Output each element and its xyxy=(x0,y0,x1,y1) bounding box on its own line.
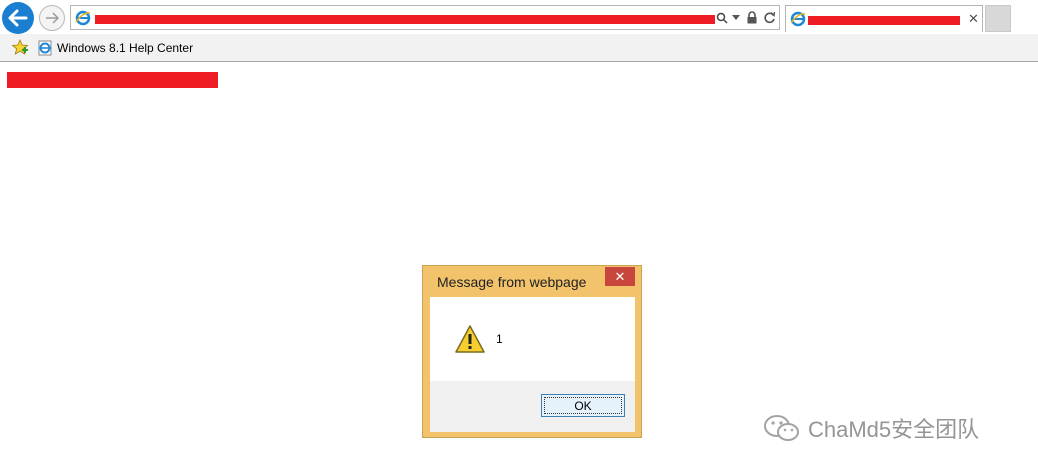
arrow-left-icon xyxy=(8,9,28,27)
warning-icon xyxy=(455,325,485,353)
ie-page-icon xyxy=(38,40,52,56)
back-button[interactable] xyxy=(2,2,34,34)
wechat-icon xyxy=(764,415,799,441)
lock-icon[interactable] xyxy=(746,11,758,24)
ie-page-icon xyxy=(75,10,91,26)
redacted-tab-title xyxy=(808,16,960,25)
dialog-footer: OK xyxy=(430,381,635,432)
watermark: ChaMd5安全团队 xyxy=(762,412,979,444)
arrow-right-icon xyxy=(46,12,59,24)
forward-button[interactable] xyxy=(39,5,65,31)
address-bar[interactable] xyxy=(70,5,780,30)
dialog-message: 1 xyxy=(496,332,503,346)
new-tab-button[interactable] xyxy=(985,5,1011,32)
navigation-bar: ✕ xyxy=(0,0,1038,34)
dialog-title: Message from webpage xyxy=(437,274,587,290)
ok-button[interactable]: OK xyxy=(541,394,625,417)
close-icon: ✕ xyxy=(614,268,626,284)
dialog-body: 1 OK xyxy=(430,297,635,432)
favorites-bar: Windows 8.1 Help Center xyxy=(0,34,1038,62)
favorites-star-icon[interactable] xyxy=(11,39,29,56)
search-icon[interactable] xyxy=(716,12,728,24)
dropdown-arrow-icon[interactable] xyxy=(732,15,740,21)
watermark-text: ChaMd5安全团队 xyxy=(808,417,980,442)
tab-close-icon[interactable]: ✕ xyxy=(968,11,979,27)
browser-tab[interactable]: ✕ xyxy=(785,5,983,32)
favorites-item-label: Windows 8.1 Help Center xyxy=(57,41,194,55)
redacted-url xyxy=(95,15,715,24)
dialog-close-button[interactable]: ✕ xyxy=(605,267,635,286)
refresh-icon[interactable] xyxy=(763,11,776,24)
ie-tab-icon xyxy=(790,11,806,27)
alert-dialog: Message from webpage ✕ 1 OK xyxy=(422,265,642,438)
redacted-page-text xyxy=(7,72,218,88)
